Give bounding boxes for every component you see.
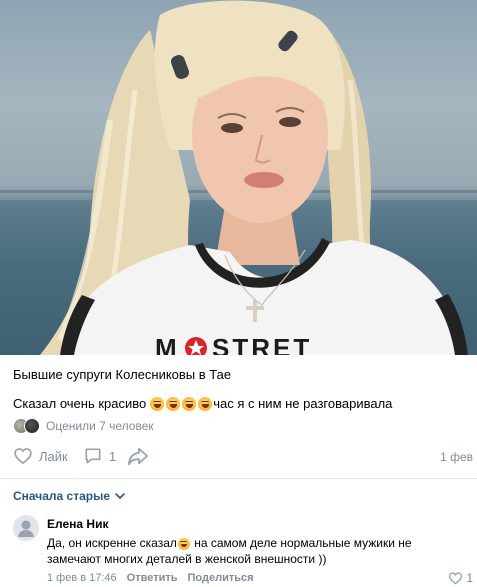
- laughing-emoji-icon: [182, 396, 197, 411]
- chevron-down-icon: [115, 493, 125, 499]
- comment-button[interactable]: 1: [83, 446, 116, 466]
- heart-icon: [449, 572, 463, 585]
- post-body: Сказал очень красиво час я с ним не разг…: [13, 396, 392, 411]
- post-body-suffix: час я с ним не разговаривала: [213, 396, 393, 411]
- comment-icon: [85, 448, 101, 464]
- avatar-placeholder-icon: [13, 515, 39, 541]
- post-date[interactable]: 1 фев: [440, 450, 473, 464]
- comment-like-button[interactable]: 1: [448, 571, 473, 585]
- divider: [0, 478, 477, 479]
- post-title: Бывшие супруги Колесниковы в Тае: [13, 367, 232, 382]
- comment-count: 1: [109, 448, 117, 464]
- share-icon: [128, 447, 148, 466]
- svg-text:STRET: STRET: [212, 333, 312, 355]
- reactor-avatar: [24, 418, 40, 434]
- reply-button[interactable]: Ответить: [127, 572, 178, 584]
- heart-icon: [14, 448, 32, 465]
- like-label: Лайк: [39, 448, 68, 464]
- laughing-emoji-icon: [150, 396, 165, 411]
- comment-like-count: 1: [466, 571, 473, 585]
- comment-author-avatar[interactable]: [13, 515, 39, 541]
- comment-date[interactable]: 1 фев в 17:46: [47, 572, 117, 584]
- sort-label: Сначала старые: [13, 489, 111, 503]
- laughing-emoji-icon: [177, 537, 190, 550]
- comments-sort-dropdown[interactable]: Сначала старые: [13, 489, 125, 503]
- laughing-emoji-icon: [166, 396, 181, 411]
- post-actions: Лайк 1 1 фев: [13, 446, 473, 468]
- comment-share-button[interactable]: Поделиться: [188, 572, 254, 584]
- comment-author-name[interactable]: Елена Ник: [47, 517, 108, 531]
- comment-text: Да, он искренне сказал на самом деле нор…: [47, 535, 457, 567]
- shirt-print-text: M: [155, 333, 180, 355]
- reactions-summary[interactable]: Оценили 7 человек: [13, 418, 154, 434]
- laughing-emoji-icon: [198, 396, 213, 411]
- comment-footer: 1 фев в 17:46 Ответить Поделиться 1: [47, 571, 473, 585]
- photo-illustration: M STRET: [0, 0, 477, 355]
- post-photo[interactable]: M STRET: [0, 0, 477, 355]
- like-button[interactable]: Лайк: [13, 446, 68, 466]
- share-button[interactable]: [127, 446, 149, 466]
- reactions-label[interactable]: Оценили 7 человек: [46, 419, 154, 433]
- comment-text-part: Да, он искренне сказал: [47, 536, 177, 550]
- post-body-prefix: Сказал очень красиво: [13, 396, 147, 411]
